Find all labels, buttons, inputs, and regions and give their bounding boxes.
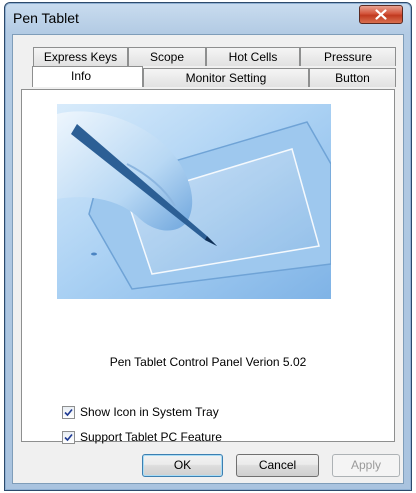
close-button[interactable] — [359, 5, 403, 24]
tab-label: Monitor Setting — [185, 71, 267, 85]
tab-info[interactable]: Info — [32, 66, 143, 87]
tab-label: Pressure — [323, 50, 373, 64]
option-label: Show Icon in System Tray — [80, 405, 219, 419]
tab-label: Hot Cells — [228, 50, 278, 64]
support-tablet-pc-checkbox[interactable] — [62, 430, 75, 444]
tab-pressure[interactable]: Pressure — [300, 47, 396, 66]
cancel-button[interactable]: Cancel — [236, 454, 319, 477]
option-label: Support Tablet PC Feature — [80, 430, 222, 444]
tab-monitor-setting[interactable]: Monitor Setting — [143, 68, 309, 87]
tab-express-keys[interactable]: Express Keys — [33, 47, 128, 66]
tab-label: Button — [335, 71, 370, 85]
tab-label: Scope — [149, 50, 185, 64]
tab-label: Info — [71, 69, 92, 83]
tab-hot-cells[interactable]: Hot Cells — [206, 47, 300, 66]
tab-button[interactable]: Button — [309, 68, 396, 87]
show-icon-in-tray-checkbox[interactable] — [62, 405, 75, 419]
pen-tablet-image — [57, 104, 331, 299]
ok-button[interactable]: OK — [142, 454, 223, 477]
close-icon — [375, 9, 387, 20]
check-icon — [64, 433, 73, 441]
window-title: Pen Tablet — [13, 10, 79, 26]
tab-label: Express Keys — [43, 50, 118, 64]
show-icon-in-tray-option[interactable]: Show Icon in System Tray — [62, 405, 219, 419]
tab-scope[interactable]: Scope — [128, 47, 206, 66]
dialog-client-area: Express Keys Scope Hot Cells Pressure In… — [12, 34, 404, 484]
title-bar[interactable]: Pen Tablet — [5, 3, 411, 33]
check-icon — [64, 408, 73, 416]
version-caption: Pen Tablet Control Panel Verion 5.02 — [109, 355, 307, 369]
support-tablet-pc-option[interactable]: Support Tablet PC Feature — [62, 430, 222, 444]
pen-tablet-window: Pen Tablet Express Keys Scope Hot Cells … — [4, 2, 412, 491]
apply-button[interactable]: Apply — [332, 454, 400, 477]
info-panel: Pen Tablet Control Panel Verion 5.02 Sho… — [21, 89, 395, 444]
